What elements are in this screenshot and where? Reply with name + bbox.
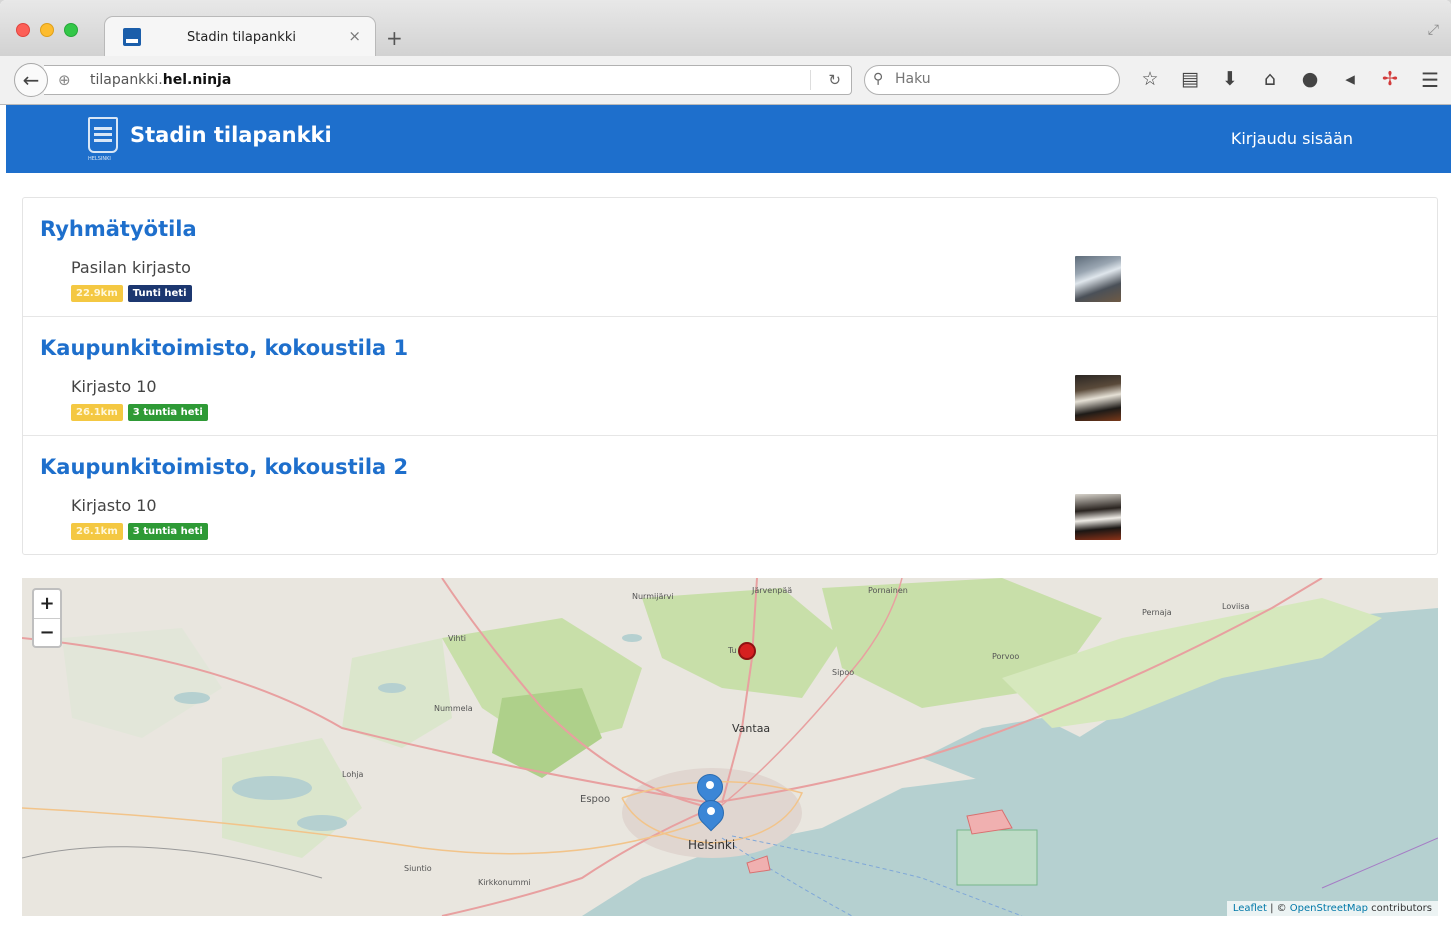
logo-subtext: HELSINKI	[88, 156, 111, 162]
reading-list-icon[interactable]: ▤	[1170, 68, 1210, 94]
toolbar-icons: ☆ ▤ ⬇ ⌂ ● ◂ ✢	[1130, 68, 1410, 94]
window-close-button[interactable]	[16, 23, 30, 37]
result-item: Kaupunkitoimisto, kokoustila 2 Kirjasto …	[23, 436, 1437, 555]
map-place-label: Pornainen	[868, 586, 908, 595]
map-place-label: Kirkkonummi	[478, 878, 531, 887]
distance-badge: 22.9km	[71, 285, 123, 302]
window-minimize-button[interactable]	[40, 23, 54, 37]
web-page: HELSINKI Stadin tilapankki Kirjaudu sisä…	[0, 105, 1451, 940]
map-place-label: Loviisa	[1222, 602, 1250, 611]
room-thumbnail[interactable]	[1075, 256, 1121, 302]
login-link[interactable]: Kirjaudu sisään	[1231, 129, 1353, 148]
window-maximize-button[interactable]	[64, 23, 78, 37]
map-attribution: Leaflet | © OpenStreetMap contributors	[1226, 901, 1438, 916]
site-header: HELSINKI Stadin tilapankki Kirjaudu sisä…	[6, 105, 1451, 173]
map-place-label: Siuntio	[404, 864, 432, 873]
helsinki-crest-logo[interactable]	[88, 117, 118, 153]
result-item: Ryhmätyötila Pasilan kirjasto 22.9km Tun…	[23, 198, 1437, 317]
attribution-tail: contributors	[1368, 903, 1432, 914]
tab-bar: Stadin tilapankki × + ⤢	[0, 0, 1451, 58]
result-badges: 26.1km 3 tuntia heti	[71, 523, 208, 540]
marker-dot	[706, 781, 714, 789]
map-view[interactable]: Nurmijärvi Järvenpää Pornainen Pernaja L…	[22, 578, 1438, 916]
result-location: Pasilan kirjasto	[71, 258, 191, 277]
map-place-label: Tu	[728, 646, 737, 655]
room-thumbnail[interactable]	[1075, 494, 1121, 540]
distance-badge: 26.1km	[71, 404, 123, 421]
tab-title: Stadin tilapankki	[187, 30, 296, 45]
bookmark-star-icon[interactable]: ☆	[1130, 68, 1170, 94]
url-domain-highlight: hel.ninja	[162, 72, 232, 88]
map-place-label: Lohja	[342, 770, 364, 779]
room-location-marker[interactable]	[692, 794, 730, 838]
chat-icon[interactable]: ●	[1290, 68, 1330, 94]
fullscreen-icon[interactable]: ⤢	[1428, 22, 1439, 38]
map-place-label: Espoo	[580, 794, 611, 805]
result-item: Kaupunkitoimisto, kokoustila 1 Kirjasto …	[23, 317, 1437, 436]
leaflet-link[interactable]: Leaflet	[1233, 903, 1267, 914]
availability-badge: 3 tuntia heti	[127, 523, 208, 540]
reload-icon[interactable]: ↻	[828, 71, 841, 89]
site-title[interactable]: Stadin tilapankki	[130, 123, 332, 147]
room-thumbnail[interactable]	[1075, 375, 1121, 421]
availability-badge: Tunti heti	[127, 285, 192, 302]
url-text: tilapankki.hel.ninja	[90, 72, 231, 88]
result-title[interactable]: Ryhmätyötila	[40, 217, 197, 241]
availability-badge: 3 tuntia heti	[127, 404, 208, 421]
zoom-control: + −	[32, 588, 62, 648]
map-place-label: Porvoo	[992, 652, 1020, 661]
zoom-in-button[interactable]: +	[34, 590, 60, 618]
map-place-label: Nurmijärvi	[632, 592, 674, 601]
url-divider	[810, 70, 811, 90]
search-icon: ⚲	[873, 71, 884, 87]
distance-badge: 26.1km	[71, 523, 123, 540]
browser-window: Stadin tilapankki × + ⤢ ⊕ tilapankki.hel…	[0, 0, 1451, 940]
user-location-marker[interactable]	[738, 642, 756, 660]
globe-icon: ⊕	[58, 71, 71, 89]
attribution-separator: | ©	[1266, 903, 1290, 914]
addon-icon[interactable]: ✢	[1370, 68, 1410, 94]
browser-tab[interactable]: Stadin tilapankki ×	[104, 16, 376, 58]
result-title[interactable]: Kaupunkitoimisto, kokoustila 2	[40, 455, 408, 479]
zoom-out-button[interactable]: −	[34, 618, 60, 646]
map-place-label: Sipoo	[832, 668, 855, 677]
map-place-label: Pernaja	[1142, 608, 1172, 617]
result-badges: 26.1km 3 tuntia heti	[71, 404, 208, 421]
result-title[interactable]: Kaupunkitoimisto, kokoustila 1	[40, 336, 408, 360]
map-tiles	[22, 578, 1438, 916]
map-place-label: Nummela	[434, 704, 473, 713]
marker-dot	[707, 807, 715, 815]
favicon-icon	[123, 28, 141, 46]
hamburger-menu-icon[interactable]: ☰	[1421, 68, 1439, 92]
result-location: Kirjasto 10	[71, 496, 157, 515]
search-bar[interactable]: ⚲	[864, 65, 1120, 95]
result-badges: 22.9km Tunti heti	[71, 285, 192, 302]
map-place-label: Vihti	[448, 634, 466, 643]
results-list: Ryhmätyötila Pasilan kirjasto 22.9km Tun…	[22, 197, 1438, 555]
map-place-label: Järvenpää	[752, 586, 793, 595]
pocket-icon[interactable]: ◂	[1330, 68, 1370, 94]
osm-link[interactable]: OpenStreetMap	[1290, 903, 1368, 914]
map-place-label: Vantaa	[732, 722, 771, 735]
back-button[interactable]: ←	[14, 63, 48, 97]
tab-close-icon[interactable]: ×	[348, 27, 361, 45]
home-icon[interactable]: ⌂	[1250, 68, 1290, 94]
download-icon[interactable]: ⬇	[1210, 68, 1250, 94]
map-place-label: Helsinki	[688, 838, 736, 852]
result-location: Kirjasto 10	[71, 377, 157, 396]
navigation-toolbar: ⊕ tilapankki.hel.ninja ↻ ← ⚲ ☆ ▤ ⬇ ⌂ ● ◂…	[0, 56, 1451, 105]
search-input[interactable]	[895, 71, 1105, 87]
url-bar[interactable]: ⊕ tilapankki.hel.ninja ↻	[44, 65, 852, 95]
new-tab-button[interactable]: +	[386, 26, 403, 50]
url-domain-prefix: tilapankki.	[90, 72, 163, 88]
